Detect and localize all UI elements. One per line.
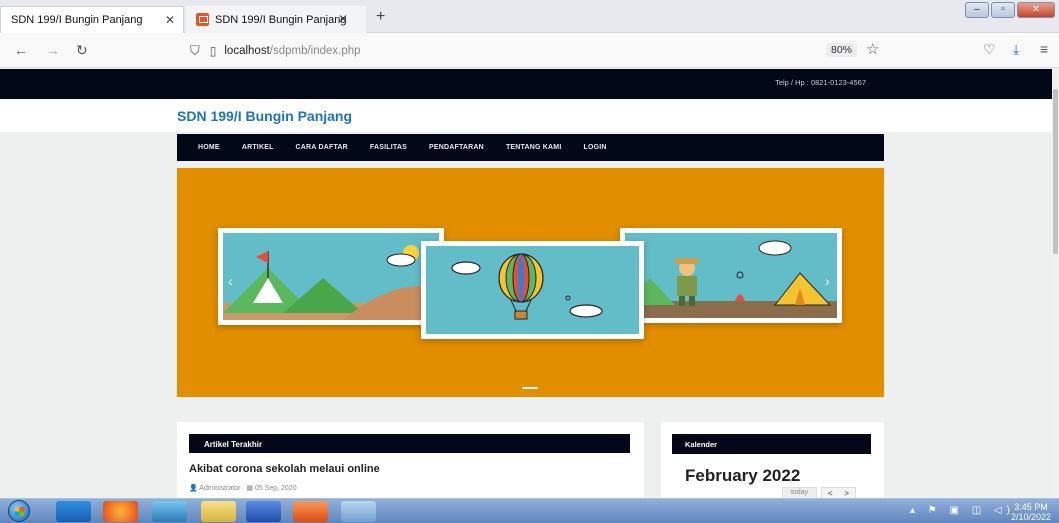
slider-next-icon[interactable]: › (825, 273, 830, 289)
browser-tab-active[interactable]: SDN 199/I Bungin Panjang ✕ (186, 6, 366, 33)
maximize-icon[interactable]: ▫ (991, 2, 1015, 18)
calendar-nav: < > (821, 487, 856, 498)
windows-start-icon[interactable] (8, 500, 30, 522)
camping-illustration (625, 240, 837, 318)
tab-title: SDN 199/I Bungin Panjang (11, 14, 143, 26)
brand-bar: SDN 199/I Bungin Panjang (0, 99, 1052, 132)
browser-tab[interactable]: SDN 199/I Bungin Panjang ✕ (0, 6, 184, 33)
today-button[interactable]: today (782, 487, 817, 498)
page-icon: ▯ (209, 43, 217, 58)
main-nav: HOME ARTIKEL CARA DAFTAR FASILITAS PENDA… (177, 134, 884, 161)
system-clock[interactable]: 3:45 PM 2/10/2022 (1011, 502, 1051, 522)
article-date: 05 Sep, 2020 (254, 485, 297, 492)
vscode-icon[interactable] (56, 501, 91, 522)
new-tab-icon[interactable]: + (376, 8, 385, 26)
calendar-icon: ▦ (246, 485, 253, 492)
article-author: Administrator (199, 485, 241, 492)
user-icon: 👤 (189, 485, 198, 492)
slide-card-balloon (421, 241, 644, 339)
url-path: /sdpmb/index.php (269, 44, 361, 57)
paint-icon[interactable] (341, 501, 376, 522)
articles-header: Artikel Terakhir (189, 434, 630, 453)
browser-tab-bar: SDN 199/I Bungin Panjang ✕ SDN 199/I Bun… (0, 0, 1059, 33)
slider-prev-icon[interactable]: ‹ (228, 273, 233, 289)
nav-tentang-kami[interactable]: TENTANG KAMI (506, 144, 562, 151)
slide-card-mountains (218, 228, 444, 325)
slide-card-camping (620, 228, 842, 323)
mail-favicon-icon (196, 13, 209, 26)
close-tab-icon[interactable]: ✕ (338, 12, 348, 26)
close-window-icon[interactable]: ✕ (1017, 2, 1055, 18)
shield-icon[interactable]: ⛉ (190, 43, 200, 59)
reload-icon[interactable]: ↻ (76, 42, 88, 59)
download-icon[interactable]: ⤓ (1013, 41, 1019, 58)
clock-time: 3:45 PM (1014, 502, 1048, 512)
window-controls: – ▫ ✕ (965, 2, 1055, 18)
close-tab-icon[interactable]: ✕ (165, 13, 175, 27)
forward-icon[interactable]: → (46, 42, 60, 58)
mountain-flag-illustration (223, 245, 439, 320)
file-explorer-icon[interactable] (201, 501, 236, 522)
minimize-icon[interactable]: – (965, 2, 989, 18)
prev-month-icon[interactable]: < (828, 489, 833, 498)
nav-home[interactable]: HOME (198, 144, 220, 151)
menu-icon[interactable]: ≡ (1040, 41, 1048, 57)
page-viewport: Telp / Hp : 0821-0123-4567 SDN 199/I Bun… (0, 69, 1052, 498)
url-bar[interactable]: ⛉ ▯ localhost/sdpmb/index.php (190, 38, 890, 63)
slider-indicator[interactable] (522, 387, 538, 389)
top-info-strip: Telp / Hp : 0821-0123-4567 (0, 69, 1052, 99)
back-icon[interactable]: ← (14, 42, 28, 58)
firefox-icon[interactable] (103, 501, 138, 522)
scrollbar-thumb[interactable] (1053, 89, 1058, 254)
article-meta: 👤 Administrator ▦ 05 Sep, 2020 (189, 484, 297, 492)
calendar-month: February 2022 (685, 466, 801, 485)
word-icon[interactable] (246, 501, 281, 522)
tab-title: SDN 199/I Bungin Panjang (215, 13, 347, 26)
zoom-level[interactable]: 80% (826, 43, 858, 57)
phone-number: Telp / Hp : 0821-0123-4567 (775, 78, 866, 87)
system-tray-icons[interactable]: ▴ ⚑ ▣ ◫ ◁) (910, 505, 1015, 516)
xampp-icon[interactable] (293, 501, 328, 522)
hot-air-balloon-illustration (451, 253, 603, 320)
os-taskbar: ▴ ⚑ ▣ ◫ ◁) 3:45 PM 2/10/2022 (0, 498, 1059, 523)
pocket-icon[interactable]: ♡ (983, 41, 996, 58)
url-host: localhost (224, 44, 270, 57)
calendar-header: Kalender (672, 434, 871, 454)
next-month-icon[interactable]: > (844, 489, 849, 498)
page-scrollbar[interactable] (1052, 69, 1059, 498)
nav-cara-daftar[interactable]: CARA DAFTAR (296, 144, 348, 151)
nav-pendaftaran[interactable]: PENDAFTARAN (429, 144, 484, 151)
latest-articles-panel: Artikel Terakhir Akibat corona sekolah m… (177, 422, 644, 498)
app-icon[interactable] (152, 501, 187, 522)
bookmark-star-icon[interactable]: ☆ (866, 40, 879, 58)
browser-nav-bar: ← → ↻ ⛉ ▯ localhost/sdpmb/index.php 80% … (0, 33, 1059, 68)
clock-date: 2/10/2022 (1010, 512, 1051, 522)
calendar-panel: Kalender February 2022 today < > (661, 422, 884, 498)
nav-fasilitas[interactable]: FASILITAS (370, 144, 407, 151)
site-brand[interactable]: SDN 199/I Bungin Panjang (177, 108, 352, 124)
nav-artikel[interactable]: ARTIKEL (242, 144, 274, 151)
image-slider: ‹ › (177, 168, 884, 397)
nav-login[interactable]: LOGIN (583, 144, 606, 151)
article-title[interactable]: Akibat corona sekolah melaui online (189, 463, 380, 475)
